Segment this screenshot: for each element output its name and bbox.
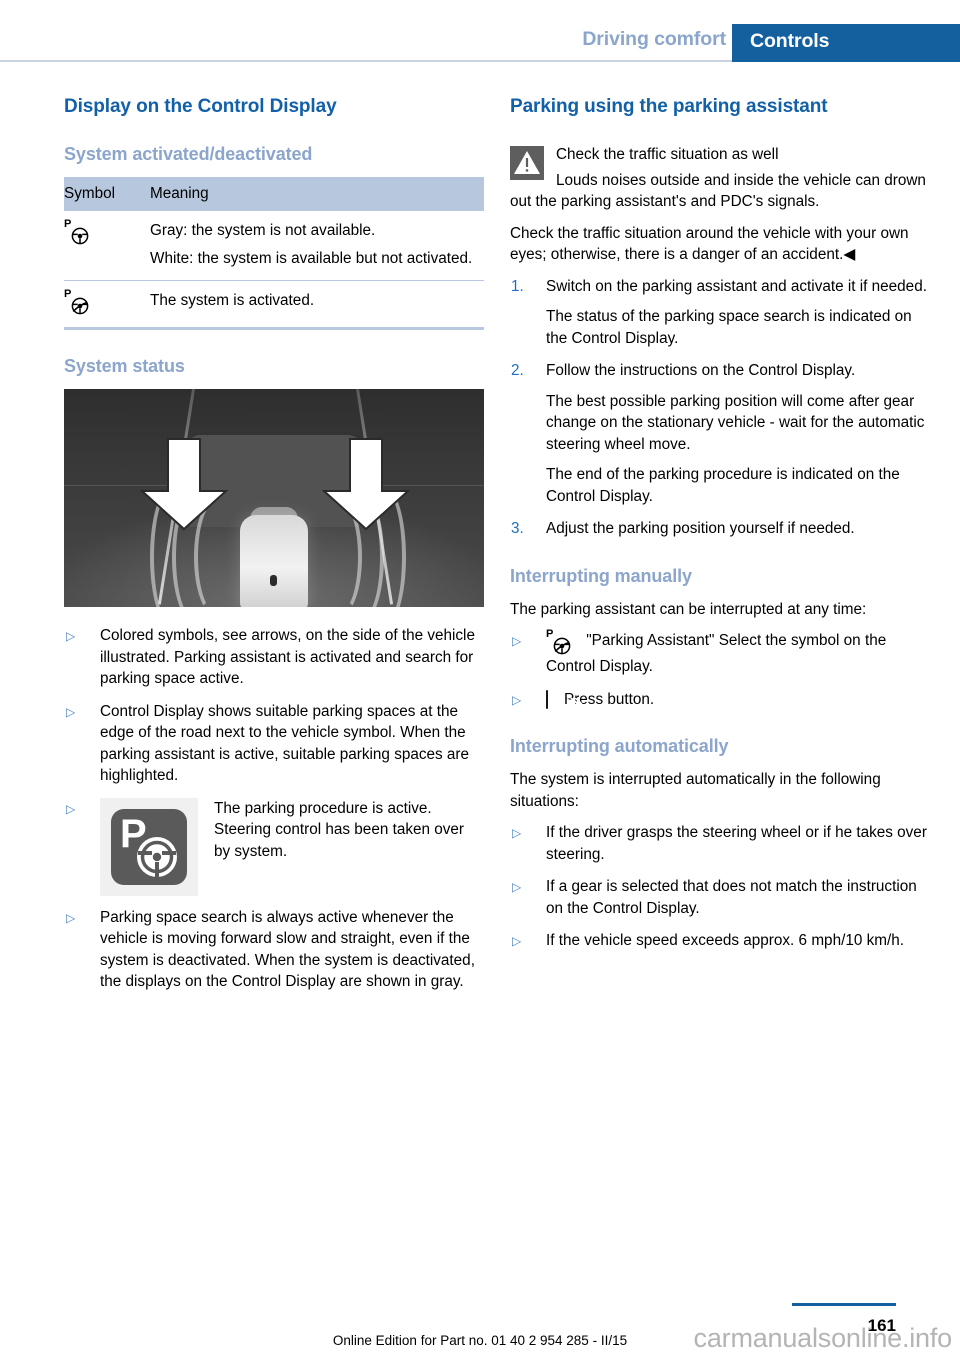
list-item-with-icon: ▷ P The parking procedure is active. Ste…	[64, 797, 484, 896]
table-cell-meaning: The system is activated.	[150, 280, 484, 330]
manual-interrupt-list: ▷ P "Parking Assistant" Select the symbo…	[510, 629, 930, 727]
triangle-bullet-icon: ▷	[512, 880, 522, 894]
list-item: ▷ If the driver grasps the steering whee…	[510, 822, 930, 865]
page-title: Display on the Control Display	[64, 96, 337, 117]
subheading-interrupting-automatically: Interrupting automatically	[510, 736, 729, 756]
auto-intro-text: The system is interrupted automatically …	[510, 771, 881, 810]
triangle-bullet-icon: ▷	[66, 629, 76, 643]
meaning-line: Gray: the system is not available.	[150, 222, 376, 239]
system-status-illustration	[64, 389, 484, 607]
step-detail: The status of the parking space search i…	[546, 308, 912, 347]
table-cell-symbol: P	[64, 211, 150, 281]
symbol-meaning-table: Symbol Meaning P Gray: the system is not…	[64, 177, 484, 330]
list-item-with-icon: ▷ P Press button.	[510, 689, 930, 727]
list-item: ▷ Control Display shows suitable parking…	[64, 701, 484, 787]
triangle-bullet-icon: ▷	[512, 692, 522, 707]
manual-intro-text: The parking assistant can be interrupted…	[510, 600, 867, 618]
list-item-text: Control Display shows suitable parking s…	[100, 702, 470, 785]
header-chapter-label: Driving comfort	[582, 28, 726, 50]
step-text: Adjust the parking position yourself if …	[546, 520, 855, 537]
triangle-bullet-icon: ▷	[512, 826, 522, 840]
meaning-line: White: the system is available but not a…	[150, 249, 473, 267]
site-watermark: carmanualsonline.info	[693, 1323, 953, 1353]
subheading-system-activated: System activated/deactivated	[64, 144, 313, 164]
parking-steps-list: 1. Switch on the parking assistant and a…	[510, 276, 930, 540]
table-cell-meaning: Gray: the system is not available. White…	[150, 211, 484, 281]
list-item: ▷ If the vehicle speed exceeds approx. 6…	[510, 930, 930, 952]
parking-active-steering-icon: P	[100, 797, 198, 896]
left-column: Display on the Control Display System ac…	[64, 96, 484, 1004]
list-item-text: The parking procedure is active. Steerin…	[214, 799, 465, 860]
triangle-bullet-icon: ▷	[512, 634, 522, 648]
vehicle-marker-dot	[270, 575, 277, 586]
table-row: P Gray: the system is not available. Whi…	[64, 211, 484, 281]
page-footer: 161 Online Edition for Part no. 01 40 2 …	[0, 1282, 960, 1362]
list-item: 1. Switch on the parking assistant and a…	[510, 276, 930, 350]
list-item: ▷ Colored symbols, see arrows, on the si…	[64, 625, 484, 690]
list-item: ▷ If a gear is selected that does not ma…	[510, 876, 930, 919]
table-body: P Gray: the system is not available. Whi…	[64, 211, 484, 330]
warning-heading: Check the traffic situation as well	[556, 146, 779, 163]
auto-interrupt-list: ▷ If the driver grasps the steering whee…	[510, 822, 930, 952]
list-item-text: Colored symbols, see arrows, on the side…	[100, 627, 475, 687]
triangle-bullet-icon: ▷	[512, 934, 522, 948]
vehicle-symbol	[240, 515, 308, 607]
list-item: 3. Adjust the parking position yourself …	[510, 518, 930, 540]
table-header: Symbol Meaning	[64, 177, 484, 211]
warning-triangle-icon	[510, 146, 544, 180]
table-row: P The system is activated.	[64, 280, 484, 330]
right-column: Parking using the parking assistant Chec…	[510, 96, 930, 963]
left-bullet-list: ▷ Colored symbols, see arrows, on the si…	[64, 625, 484, 993]
triangle-bullet-icon: ▷	[66, 801, 76, 816]
list-item-text: If the driver grasps the steering wheel …	[546, 824, 927, 863]
page-header: Driving comfort Controls	[0, 0, 960, 62]
list-item: 2. Follow the instructions on the Contro…	[510, 360, 930, 507]
header-section-label: Controls	[750, 30, 830, 52]
list-item: ▷ P "Parking Assistant" Select the symbo…	[510, 629, 930, 678]
step-detail: The best possible parking position will …	[546, 392, 925, 453]
step-detail: The end of the parking procedure is indi…	[546, 466, 900, 505]
triangle-bullet-icon: ▷	[66, 910, 76, 925]
meaning-line: The system is activated.	[150, 292, 315, 309]
list-item-text: If the vehicle speed exceeds approx. 6 m…	[546, 932, 904, 949]
parking-steering-wheel-active-icon: P	[64, 289, 96, 316]
step-number: 3.	[511, 520, 524, 537]
list-item-text: If a gear is selected that does not matc…	[546, 878, 917, 917]
arrow-down-right-icon	[321, 437, 411, 536]
step-text: Follow the instructions on the Control D…	[546, 362, 856, 379]
table-cell-symbol: P	[64, 280, 150, 330]
triangle-bullet-icon: ▷	[66, 704, 76, 719]
subheading-system-status: System status	[64, 356, 185, 376]
parking-steering-wheel-active-icon: P	[546, 629, 578, 656]
step-number: 1.	[511, 277, 524, 295]
parking-steering-wheel-icon: P	[64, 219, 96, 246]
list-item-text: "Parking Assistant" Select the symbol on…	[546, 632, 887, 675]
header-section-banner: Controls	[732, 24, 960, 62]
page-number-rule	[792, 1303, 896, 1306]
column-header-meaning: Meaning	[150, 177, 484, 211]
column-header-symbol: Symbol	[64, 177, 150, 211]
warning-paragraph: Check the traffic situation around the v…	[510, 224, 909, 264]
pdc-button-icon: P	[546, 689, 586, 727]
table-header-row: Symbol Meaning	[64, 177, 484, 211]
list-item-text: Press button.	[564, 690, 655, 708]
warning-body-text: Louds noises outside and inside the vehi…	[510, 171, 926, 211]
step-text: Switch on the parking assistant and acti…	[546, 277, 927, 295]
arrow-down-left-icon	[139, 437, 229, 536]
subheading-interrupting-manually: Interrupting manually	[510, 565, 692, 586]
step-number: 2.	[511, 362, 524, 379]
warning-block: Check the traffic situation as well Loud…	[510, 144, 930, 213]
list-item-text: Parking space search is always active wh…	[100, 908, 475, 991]
warning-body: Louds noises outside and inside the vehi…	[510, 170, 930, 213]
list-item: ▷ Parking space search is always active …	[64, 907, 484, 993]
section-title-parking: Parking using the parking assistant	[510, 96, 828, 117]
